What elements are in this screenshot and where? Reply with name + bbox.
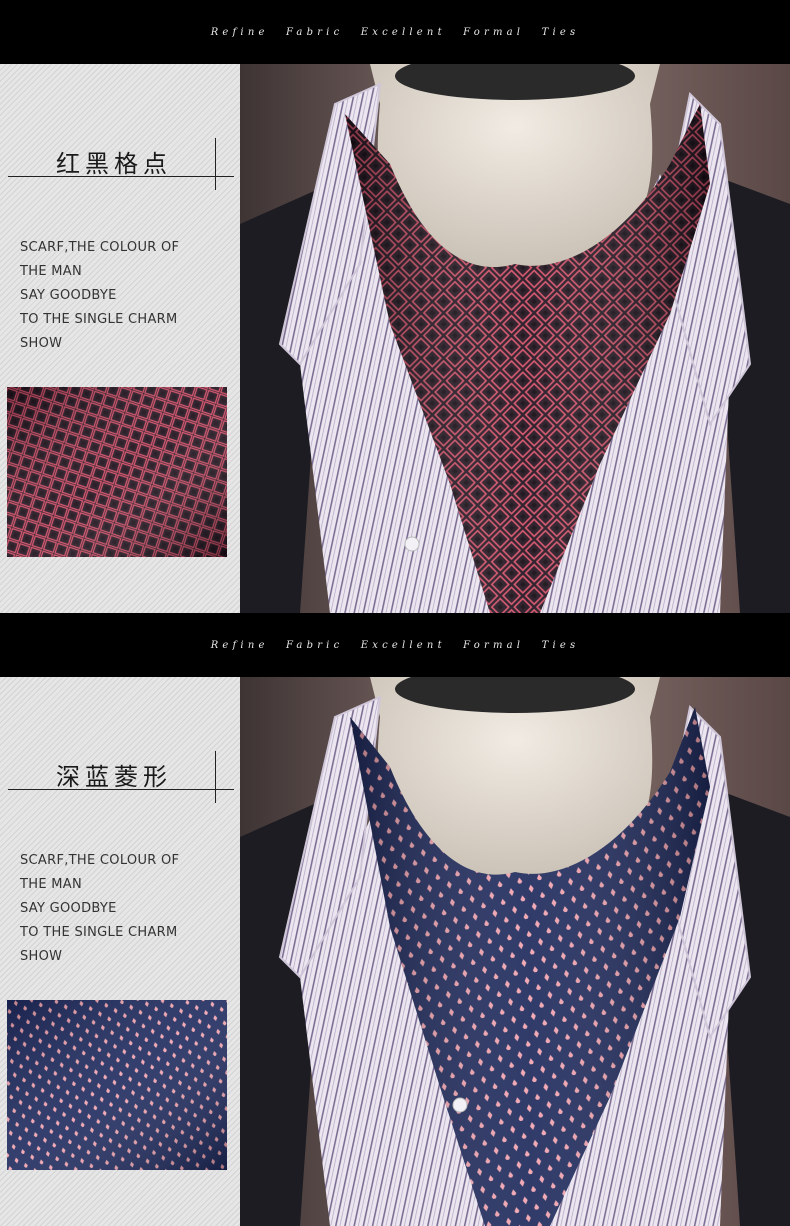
info-panel-1: 红黑格点 SCARF,THE COLOUR OF THE MAN SAY GOO… <box>0 64 240 613</box>
section-title-2: 深蓝菱形 <box>56 763 172 791</box>
description-line: SHOW <box>20 336 63 351</box>
description-2: SCARF,THE COLOUR OF THE MAN SAY GOODBYE … <box>20 849 230 969</box>
description-line: TO THE SINGLE CHARM <box>20 925 178 940</box>
description-line: TO THE SINGLE CHARM <box>20 312 178 327</box>
fabric-swatch-1 <box>7 387 227 557</box>
section-title-1: 红黑格点 <box>56 150 172 178</box>
description-line: SAY GOODBYE <box>20 288 117 303</box>
fabric-swatch-2 <box>7 1000 227 1170</box>
title-underline <box>8 176 234 177</box>
banner-top: Refine Fabric Excellent Formal Ties <box>0 0 790 64</box>
title-underline <box>8 789 234 790</box>
title-block-2: 深蓝菱形 <box>8 751 234 803</box>
banner-middle: Refine Fabric Excellent Formal Ties <box>0 613 790 677</box>
description-line: SCARF,THE COLOUR OF <box>20 240 180 255</box>
product-photo-1 <box>240 64 790 613</box>
description-line: SHOW <box>20 949 63 964</box>
description-line: THE MAN <box>20 877 82 892</box>
banner-text: Refine Fabric Excellent Formal Ties <box>210 26 580 38</box>
title-block-1: 红黑格点 <box>8 138 234 190</box>
info-panel-2: 深蓝菱形 SCARF,THE COLOUR OF THE MAN SAY GOO… <box>0 677 240 1226</box>
product-photo-2 <box>240 677 790 1226</box>
title-divider <box>215 751 216 803</box>
description-1: SCARF,THE COLOUR OF THE MAN SAY GOODBYE … <box>20 236 230 356</box>
description-line: SAY GOODBYE <box>20 901 117 916</box>
title-divider <box>215 138 216 190</box>
description-line: THE MAN <box>20 264 82 279</box>
description-line: SCARF,THE COLOUR OF <box>20 853 180 868</box>
product-detail-page: Refine Fabric Excellent Formal Ties 红黑格点… <box>0 0 790 1226</box>
banner-text: Refine Fabric Excellent Formal Ties <box>210 639 580 651</box>
